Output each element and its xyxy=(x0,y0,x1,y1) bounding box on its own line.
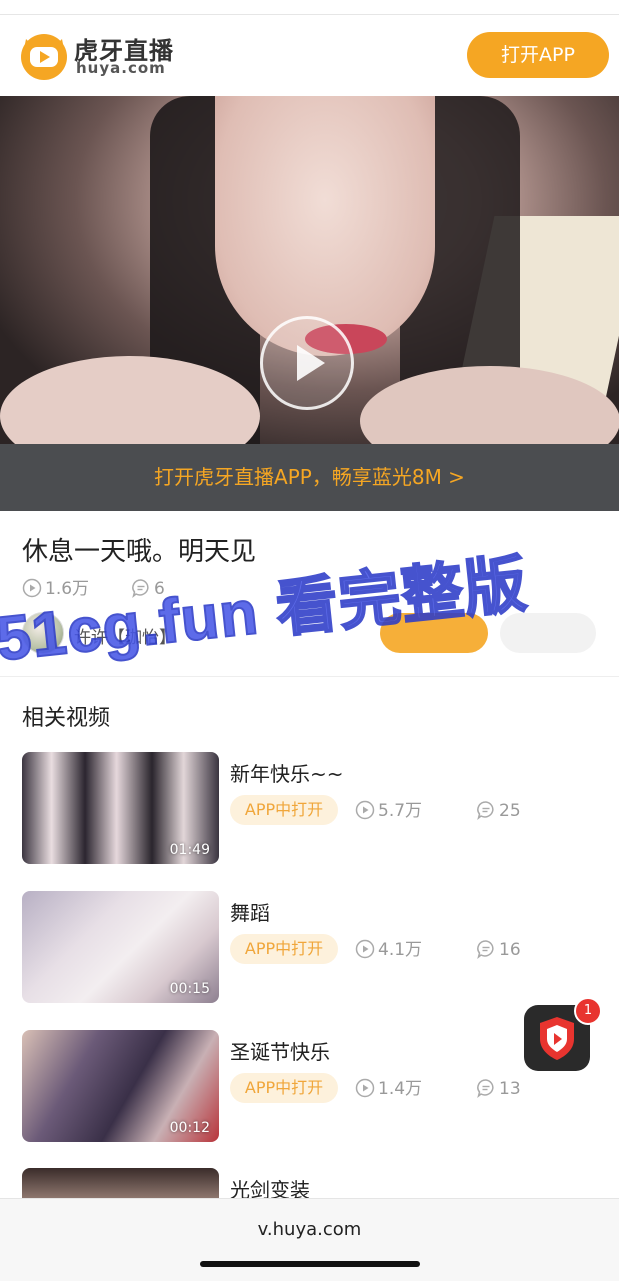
view-count: 5.7万 xyxy=(355,800,422,822)
video-thumbnail[interactable]: 00:15 xyxy=(22,891,219,1003)
video-thumbnail xyxy=(215,96,435,356)
header: 虎牙直播 huya.com 打开APP xyxy=(0,15,619,96)
comment-count: 25 xyxy=(476,800,521,822)
home-indicator[interactable] xyxy=(200,1261,420,1267)
logo-text-en: huya.com xyxy=(76,59,166,77)
video-duration: 01:49 xyxy=(169,842,210,858)
video-thumbnail[interactable]: 00:12 xyxy=(22,1030,219,1142)
comment-icon xyxy=(477,1079,494,1098)
comment-icon xyxy=(477,940,494,959)
browser-address-bar[interactable]: v.huya.com xyxy=(0,1198,619,1281)
play-count-icon xyxy=(355,939,375,959)
comment-icon xyxy=(477,801,494,820)
open-in-app-tag[interactable]: APP中打开 xyxy=(230,1073,338,1103)
comment-count: 13 xyxy=(476,1078,521,1100)
related-video-item[interactable]: 00:12 圣诞节快乐 APP中打开 1.4万 13 xyxy=(22,1030,602,1142)
video-duration: 00:12 xyxy=(169,1120,210,1136)
view-count: 1.4万 xyxy=(355,1078,422,1100)
related-video-title[interactable]: 新年快乐~~ xyxy=(230,758,344,787)
play-count-icon xyxy=(355,800,375,820)
open-in-app-tag[interactable]: APP中打开 xyxy=(230,934,338,964)
related-video-item[interactable]: 00:15 舞蹈 APP中打开 4.1万 16 xyxy=(22,891,602,1003)
notification-badge: 1 xyxy=(574,997,602,1025)
related-video-title[interactable]: 舞蹈 xyxy=(230,897,270,926)
open-app-promo-bar[interactable]: 打开虎牙直播APP，畅享蓝光8M > xyxy=(0,444,619,511)
play-count-icon xyxy=(355,1078,375,1098)
url-text[interactable]: v.huya.com xyxy=(0,1219,619,1240)
open-in-app-tag[interactable]: APP中打开 xyxy=(230,795,338,825)
comment-count: 16 xyxy=(476,939,521,961)
huya-logo[interactable]: 虎牙直播 huya.com xyxy=(18,29,198,81)
play-button[interactable] xyxy=(260,316,354,410)
open-app-button[interactable]: 打开APP xyxy=(467,32,609,78)
video-player[interactable] xyxy=(0,96,619,444)
related-video-title[interactable]: 圣诞节快乐 xyxy=(230,1036,330,1065)
play-icon xyxy=(297,345,325,381)
video-thumbnail[interactable]: 01:49 xyxy=(22,752,219,864)
view-count: 4.1万 xyxy=(355,939,422,961)
huya-logo-icon xyxy=(21,34,67,80)
video-duration: 00:15 xyxy=(169,981,210,997)
related-video-item[interactable]: 01:49 新年快乐~~ APP中打开 5.7万 25 xyxy=(22,752,602,864)
